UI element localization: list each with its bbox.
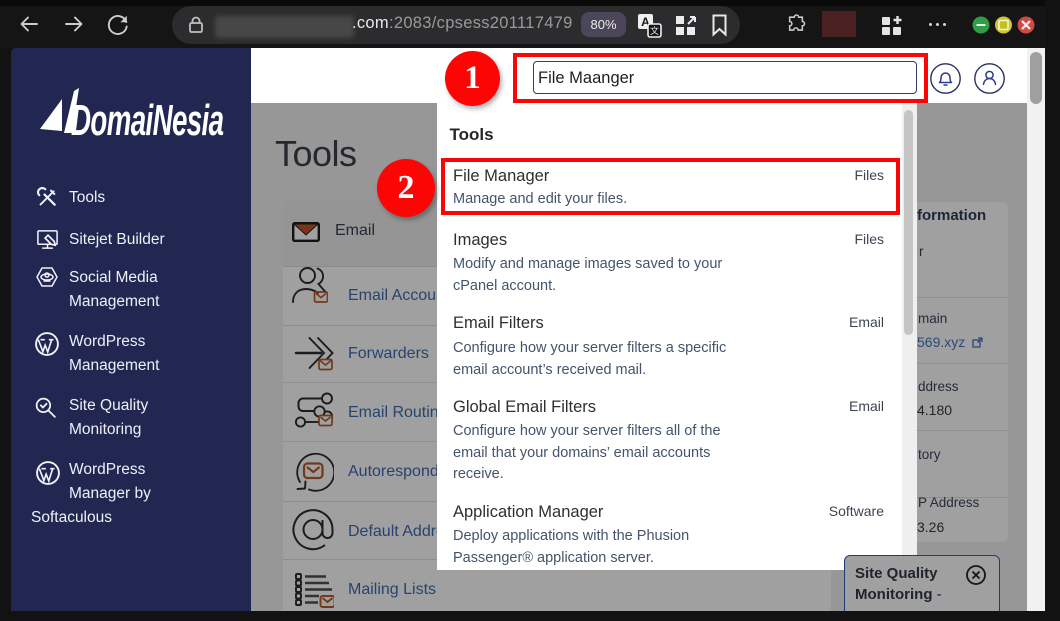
svg-text:文: 文 [650, 25, 659, 36]
